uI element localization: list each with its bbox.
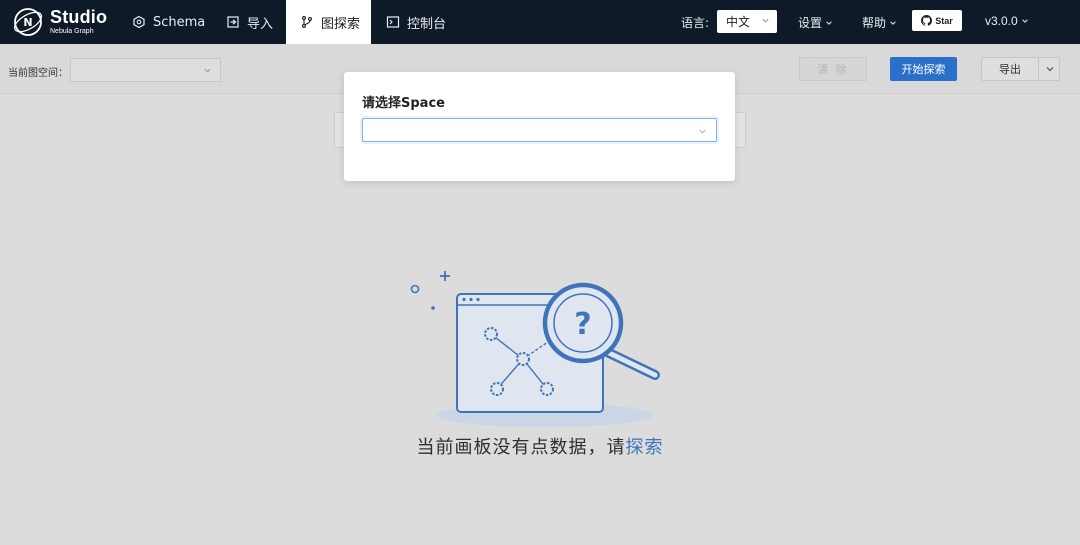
version-menu[interactable]: v3.0.0 — [985, 14, 1029, 28]
space-select[interactable] — [362, 118, 717, 142]
studio-logo[interactable]: N Studio Nebula Graph — [12, 6, 107, 38]
settings-menu[interactable]: 设置 — [798, 14, 833, 31]
empty-canvas-message: 当前画板没有点数据，请探索 — [0, 433, 1080, 459]
chevron-down-icon — [826, 20, 832, 25]
chevron-down-icon — [1046, 67, 1054, 72]
language-label: 语言: — [681, 16, 710, 30]
nebula-logo-icon: N — [13, 8, 43, 36]
current-space-select[interactable] — [70, 58, 221, 82]
chevron-down-icon — [1021, 19, 1028, 23]
svg-text:N: N — [23, 16, 32, 29]
logo-title: Studio — [50, 7, 108, 27]
language-select[interactable]: 中文 — [717, 10, 777, 33]
settings-label: 设置 — [798, 16, 823, 30]
github-icon — [921, 15, 933, 26]
divider — [1038, 58, 1039, 80]
terminal-icon — [386, 15, 400, 29]
chevron-down-icon — [762, 18, 769, 23]
hexagon-gear-icon — [132, 15, 146, 29]
empty-message-text: 当前画板没有点数据，请 — [416, 437, 626, 458]
nav-tab-console[interactable]: 控制台 — [376, 0, 456, 44]
logo-text: Studio Nebula Graph — [50, 8, 107, 36]
start-explore-button[interactable]: 开始探索 — [890, 57, 957, 81]
help-label: 帮助 — [862, 16, 887, 30]
branch-icon — [300, 15, 314, 29]
nav-tab-label: 控制台 — [407, 16, 447, 32]
export-dropdown-button[interactable]: 导出 — [981, 57, 1060, 81]
explore-link[interactable]: 探索 — [626, 437, 664, 458]
chevron-down-icon — [204, 68, 211, 73]
modal-title: 请选择Space — [362, 96, 445, 111]
chevron-down-icon — [890, 20, 896, 25]
top-navbar: N Studio Nebula Graph Schema 导入 图探索 控制台 … — [0, 0, 1080, 44]
svg-text:?: ? — [574, 307, 591, 342]
select-space-modal: 请选择Space — [344, 72, 735, 181]
export-label: 导出 — [999, 63, 1021, 76]
nav-tab-label: 导入 — [247, 16, 274, 32]
import-icon — [226, 15, 240, 29]
nav-tab-schema[interactable]: Schema — [122, 0, 206, 44]
nav-tab-import[interactable]: 导入 — [216, 0, 280, 44]
help-menu[interactable]: 帮助 — [862, 14, 897, 31]
version-label: v3.0.0 — [985, 14, 1018, 28]
clear-button[interactable]: 清 除 — [799, 57, 867, 81]
nav-tab-label: Schema — [153, 14, 206, 30]
logo-subtitle: Nebula Graph — [50, 28, 94, 35]
nav-tab-explore[interactable]: 图探索 — [286, 0, 371, 44]
github-star-button[interactable]: Star — [912, 10, 962, 31]
current-space-label: 当前图空间： — [8, 68, 68, 79]
empty-canvas-illustration: ? — [410, 271, 660, 427]
nav-tab-label: 图探索 — [321, 16, 361, 32]
language-value: 中文 — [726, 15, 751, 29]
chevron-down-icon — [699, 129, 706, 134]
star-label: Star — [935, 15, 953, 26]
